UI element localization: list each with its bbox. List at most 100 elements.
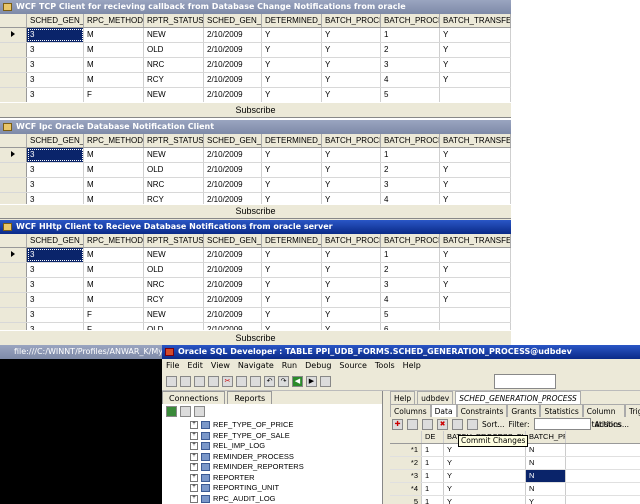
- table-cell[interactable]: M: [84, 293, 144, 307]
- table-cell[interactable]: 1: [381, 248, 440, 262]
- table-cell[interactable]: 3: [27, 43, 84, 57]
- tab-help[interactable]: Help: [390, 391, 416, 404]
- column-header[interactable]: BATCH_PROCESS: [381, 134, 440, 147]
- console-titlebar[interactable]: file:///C:/WINNT/Profiles/ANWAR_K/My Do: [0, 345, 162, 359]
- table-cell[interactable]: Y: [440, 178, 511, 192]
- tab-udbdev[interactable]: udbdev: [417, 391, 454, 404]
- menu-source[interactable]: Source: [339, 359, 366, 372]
- column-header[interactable]: BATCH_TRANSFE: [440, 134, 511, 147]
- row-selector[interactable]: [0, 308, 27, 322]
- table-cell[interactable]: 4: [381, 73, 440, 87]
- save-icon[interactable]: [194, 375, 205, 387]
- menu-help[interactable]: Help: [403, 359, 421, 372]
- redo-icon[interactable]: ↷: [278, 375, 289, 387]
- table-cell[interactable]: Y: [440, 278, 511, 292]
- paste-icon[interactable]: [250, 375, 261, 387]
- table-cell[interactable]: Y: [322, 148, 381, 162]
- column-header[interactable]: SCHED_GEN_SID: [27, 234, 84, 247]
- table-cell[interactable]: M: [84, 43, 144, 57]
- table-cell[interactable]: F: [84, 323, 144, 330]
- table-cell[interactable]: 1: [422, 444, 444, 456]
- table-cell[interactable]: Y: [262, 163, 322, 177]
- table-cell[interactable]: Y: [322, 263, 381, 277]
- column-header[interactable]: DETERMINED_FL: [262, 234, 322, 247]
- expand-icon[interactable]: +: [190, 494, 198, 503]
- table-cell[interactable]: 2/10/2009: [204, 178, 262, 192]
- table-cell[interactable]: 5: [381, 308, 440, 322]
- tree-item[interactable]: + REF_TYPE_OF_SALE: [162, 431, 382, 442]
- column-header[interactable]: SCHED_GEN_ACT: [204, 134, 262, 147]
- table-cell[interactable]: 5: [390, 496, 422, 504]
- table-cell[interactable]: Y: [262, 88, 322, 102]
- table-row[interactable]: 3 F NEW 2/10/2009 Y Y 5: [0, 88, 511, 102]
- table-cell[interactable]: [440, 308, 511, 322]
- column-header[interactable]: SCHED_GEN_ACT: [204, 14, 262, 27]
- table-cell[interactable]: Y: [526, 496, 566, 504]
- table-cell[interactable]: 2: [381, 43, 440, 57]
- row-selector[interactable]: [0, 193, 27, 204]
- row-selector[interactable]: [0, 148, 27, 162]
- table-cell[interactable]: Y: [262, 28, 322, 42]
- expand-icon[interactable]: +: [190, 473, 198, 482]
- menu-tools[interactable]: Tools: [375, 359, 395, 372]
- menu-edit[interactable]: Edit: [187, 359, 203, 372]
- table-cell[interactable]: *3: [390, 470, 422, 482]
- table-cell[interactable]: *1: [390, 444, 422, 456]
- table-cell[interactable]: 3: [27, 58, 84, 72]
- table-row[interactable]: 3 M OLD 2/10/2009 Y Y 2 Y: [0, 43, 511, 58]
- table-cell[interactable]: RCY: [144, 73, 204, 87]
- table-cell[interactable]: N: [526, 470, 566, 482]
- table-cell[interactable]: 2/10/2009: [204, 308, 262, 322]
- table-cell[interactable]: OLD: [144, 263, 204, 277]
- column-header[interactable]: SCHED_GEN_SID: [27, 134, 84, 147]
- column-header[interactable]: RPC_METHOD_CI: [84, 134, 144, 147]
- table-cell[interactable]: 2: [381, 163, 440, 177]
- subscribe-button[interactable]: Subscribe: [0, 204, 511, 219]
- row-selector[interactable]: [0, 58, 27, 72]
- tree-item[interactable]: + RPC_AUDIT_LOG: [162, 494, 382, 504]
- table-cell[interactable]: 2/10/2009: [204, 263, 262, 277]
- table-cell[interactable]: M: [84, 248, 144, 262]
- table-cell[interactable]: 2/10/2009: [204, 323, 262, 330]
- table-cell[interactable]: Y: [440, 163, 511, 177]
- table-cell[interactable]: 2/10/2009: [204, 88, 262, 102]
- table-cell[interactable]: Y: [322, 43, 381, 57]
- table-cell[interactable]: Y: [440, 58, 511, 72]
- open-icon[interactable]: [180, 375, 191, 387]
- table-cell[interactable]: 1: [381, 28, 440, 42]
- table-cell[interactable]: Y: [262, 43, 322, 57]
- table-cell[interactable]: NEW: [144, 308, 204, 322]
- table-cell[interactable]: 3: [27, 248, 84, 262]
- table-row[interactable]: *4 1 Y N: [390, 483, 640, 496]
- back-icon[interactable]: ◀: [292, 375, 303, 387]
- table-cell[interactable]: F: [84, 88, 144, 102]
- commit-icon[interactable]: [452, 418, 463, 430]
- tree-item[interactable]: + REMINDER_PROCESS: [162, 452, 382, 463]
- row-selector[interactable]: [0, 323, 27, 330]
- row-selector[interactable]: [0, 248, 27, 262]
- table-cell[interactable]: Y: [322, 163, 381, 177]
- menu-navigate[interactable]: Navigate: [238, 359, 274, 372]
- tcp-client-titlebar[interactable]: WCF TCP Client for recieving callback fr…: [0, 0, 511, 14]
- table-cell[interactable]: 1: [422, 470, 444, 482]
- expand-icon[interactable]: +: [190, 431, 198, 440]
- column-header[interactable]: BATCH_PROCESS: [322, 134, 381, 147]
- table-cell[interactable]: Y: [440, 148, 511, 162]
- menu-run[interactable]: Run: [282, 359, 297, 372]
- menu-view[interactable]: View: [211, 359, 230, 372]
- column-header[interactable]: SCHED_GEN_ACT: [204, 234, 262, 247]
- table-cell[interactable]: 3: [27, 178, 84, 192]
- table-cell[interactable]: 1: [381, 148, 440, 162]
- row-selector[interactable]: [0, 73, 27, 87]
- table-cell[interactable]: 3: [381, 278, 440, 292]
- http-data-grid[interactable]: SCHED_GEN_SIDRPC_METHOD_CIRPTR_STATUS_CS…: [0, 234, 511, 330]
- table-cell[interactable]: Y: [440, 263, 511, 277]
- sqldev-titlebar[interactable]: Oracle SQL Developer : TABLE PPI_UDB_FOR…: [162, 345, 640, 359]
- row-selector[interactable]: [0, 278, 27, 292]
- filter-input[interactable]: [533, 418, 591, 430]
- tree-item[interactable]: + REPORTER: [162, 473, 382, 484]
- table-cell[interactable]: 3: [27, 28, 84, 42]
- table-cell[interactable]: M: [84, 193, 144, 204]
- refresh-icon[interactable]: [180, 406, 191, 417]
- table-cell[interactable]: Y: [322, 293, 381, 307]
